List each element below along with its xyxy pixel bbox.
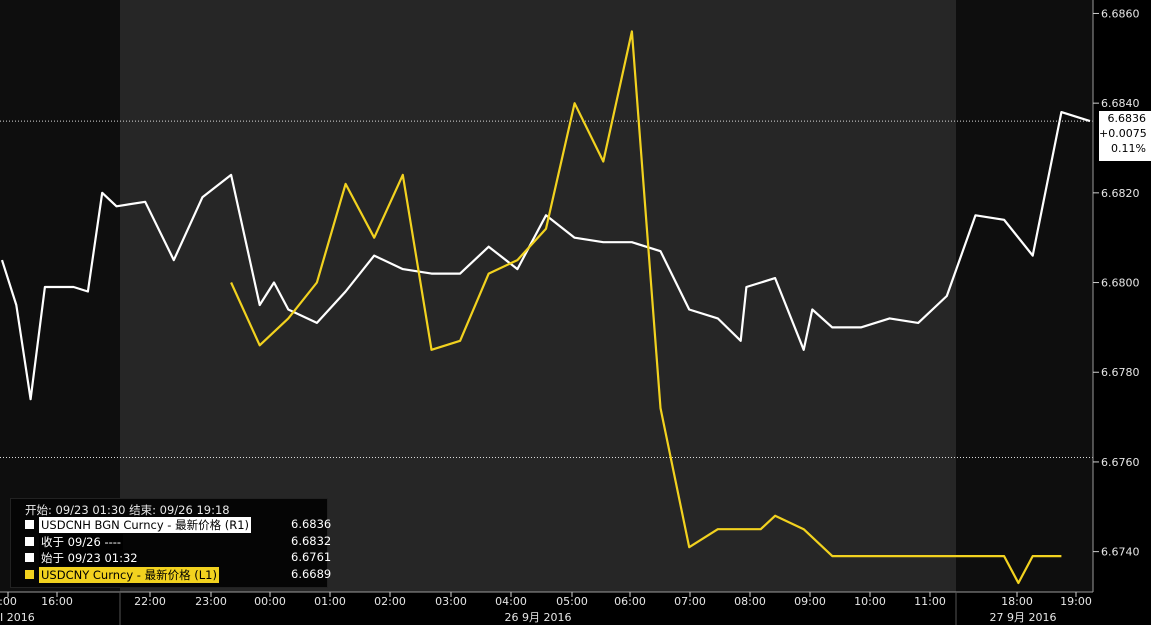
x-tick-label: 08:00 bbox=[734, 595, 766, 608]
session-shade-right bbox=[956, 0, 1093, 592]
legend-header: 开始: 09/23 01:30 结束: 09/26 19:18 bbox=[25, 503, 230, 517]
x-tick-label: 07:00 bbox=[674, 595, 706, 608]
y-tick-label: 6.6800 bbox=[1101, 277, 1140, 290]
x-tick-label: 05:00 bbox=[556, 595, 588, 608]
legend-row: 始于 09/23 01:32 6.6761 bbox=[25, 550, 331, 566]
legend-swatch bbox=[25, 569, 34, 579]
legend-row: 收于 09/26 ---- 6.6832 bbox=[25, 533, 331, 550]
x-tick-label: 10:00 bbox=[854, 595, 886, 608]
y-tick-label: 6.6780 bbox=[1101, 366, 1140, 379]
x-date-label: 27 9月 2016 bbox=[990, 611, 1057, 624]
x-tick-label: 09:00 bbox=[794, 595, 826, 608]
legend-swatch bbox=[25, 536, 34, 546]
legend-row: USDCNH BGN Curncy - 最新价格 (R1) 6.6836 bbox=[25, 517, 331, 533]
legend-label: USDCNY Curncy - 最新价格 (L1) bbox=[39, 566, 219, 583]
x-tick-label: 00:00 bbox=[254, 595, 286, 608]
x-tick-label: 19:00 bbox=[1060, 595, 1092, 608]
legend-swatch bbox=[25, 553, 34, 562]
legend-row: USDCNY Curncy - 最新价格 (L1) 6.6689 bbox=[25, 566, 331, 583]
x-tick-label: 04:00 bbox=[495, 595, 527, 608]
last-value-tag: 6.6836 +0.0075 0.11% bbox=[1099, 111, 1151, 161]
x-tick-label: 18:00 bbox=[1001, 595, 1033, 608]
x-tick-label: 02:00 bbox=[374, 595, 406, 608]
x-tick-label: 03:00 bbox=[435, 595, 467, 608]
x-date-label: I 2016 bbox=[0, 611, 35, 624]
x-tick-label: 23:00 bbox=[195, 595, 227, 608]
chart-legend: 开始: 09/23 01:30 结束: 09/26 19:18 USDCNH B… bbox=[10, 498, 331, 588]
legend-value: 6.6689 bbox=[291, 566, 332, 581]
legend-value: 6.6832 bbox=[291, 533, 332, 548]
y-tick-label: 6.6860 bbox=[1101, 7, 1140, 20]
legend-label: USDCNH BGN Curncy - 最新价格 (R1) bbox=[39, 517, 252, 533]
y-tick-label: 6.6760 bbox=[1101, 456, 1140, 469]
legend-swatch bbox=[25, 520, 34, 529]
y-tick-label: 6.6840 bbox=[1101, 97, 1140, 110]
x-tick-label: 11:00 bbox=[914, 595, 946, 608]
legend-value: 6.6761 bbox=[291, 550, 332, 564]
x-date-label: 26 9月 2016 bbox=[505, 611, 572, 624]
x-tick-label: 06:00 bbox=[614, 595, 646, 608]
legend-label: 始于 09/23 01:32 bbox=[39, 550, 140, 566]
last-value: 6.6836 bbox=[1107, 112, 1147, 125]
y-tick-label: 6.6740 bbox=[1101, 546, 1140, 559]
x-tick-label: 16:00 bbox=[41, 595, 73, 608]
x-tick-label: 22:00 bbox=[134, 595, 166, 608]
x-tick-label: 01:00 bbox=[314, 595, 346, 608]
y-tick-label: 6.6820 bbox=[1101, 187, 1140, 200]
legend-label: 收于 09/26 ---- bbox=[39, 533, 124, 550]
last-change: +0.0075 bbox=[1099, 127, 1147, 140]
last-pct: 0.11% bbox=[1111, 142, 1146, 155]
x-tick-label: :00 bbox=[0, 595, 17, 608]
legend-value: 6.6836 bbox=[291, 517, 332, 531]
